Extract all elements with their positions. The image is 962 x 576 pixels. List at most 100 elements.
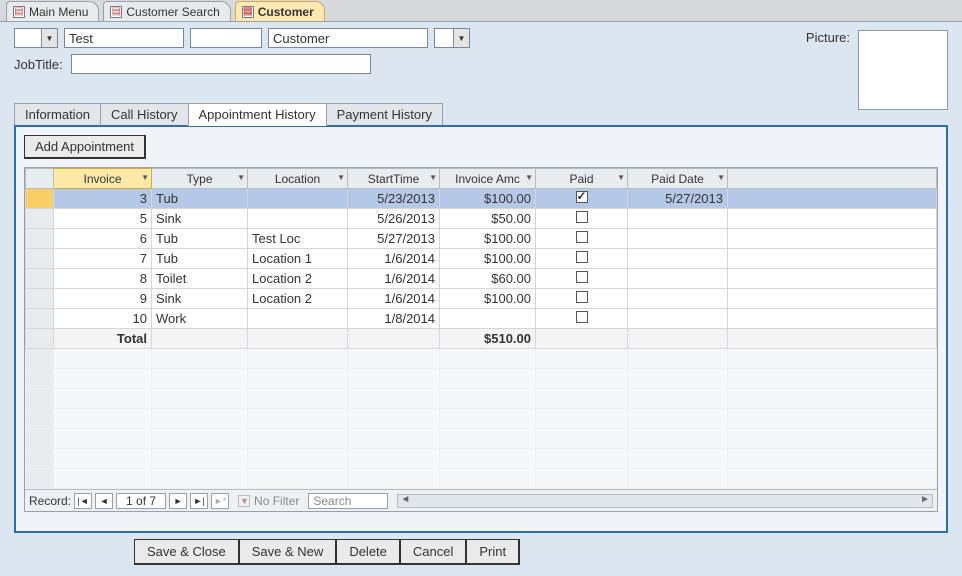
cell-type[interactable]: Sink xyxy=(152,289,248,309)
save-new-button[interactable]: Save & New xyxy=(239,539,338,565)
cell-paid-date[interactable] xyxy=(628,269,728,289)
cell-location[interactable] xyxy=(248,309,348,329)
row-selector[interactable] xyxy=(26,309,54,329)
column-header-starttime[interactable]: StartTime▼ xyxy=(348,169,440,189)
checkbox[interactable] xyxy=(576,271,588,283)
chevron-down-icon[interactable]: ▼ xyxy=(717,173,725,182)
column-header-paid-date[interactable]: Paid Date▼ xyxy=(628,169,728,189)
cell-amount[interactable]: $100.00 xyxy=(440,249,536,269)
cell-amount[interactable]: $50.00 xyxy=(440,209,536,229)
cell-start-time[interactable]: 5/27/2013 xyxy=(348,229,440,249)
column-header-location[interactable]: Location▼ xyxy=(248,169,348,189)
cell-paid[interactable] xyxy=(536,189,628,209)
cell-type[interactable]: Toilet xyxy=(152,269,248,289)
tab-appointment-history[interactable]: Appointment History xyxy=(188,103,327,126)
checkbox[interactable] xyxy=(576,291,588,303)
cell-invoice[interactable]: 3 xyxy=(54,189,152,209)
cell-invoice[interactable]: 7 xyxy=(54,249,152,269)
first-name-field[interactable]: Test xyxy=(64,28,184,48)
row-selector[interactable] xyxy=(26,209,54,229)
cell-paid[interactable] xyxy=(536,209,628,229)
checkbox[interactable] xyxy=(576,231,588,243)
chevron-down-icon[interactable]: ▼ xyxy=(337,173,345,182)
cell-paid[interactable] xyxy=(536,229,628,249)
tab-call-history[interactable]: Call History xyxy=(100,103,188,126)
checkbox[interactable] xyxy=(576,191,588,203)
horizontal-scrollbar[interactable] xyxy=(397,494,933,508)
table-row[interactable]: 7TubLocation 11/6/2014$100.00 xyxy=(26,249,937,269)
cell-paid-date[interactable] xyxy=(628,309,728,329)
nav-first-button[interactable]: |◄ xyxy=(74,493,92,509)
nav-prev-button[interactable]: ◄ xyxy=(95,493,113,509)
cell-invoice[interactable]: 5 xyxy=(54,209,152,229)
cell-paid[interactable] xyxy=(536,309,628,329)
chevron-down-icon[interactable]: ▼ xyxy=(141,173,149,182)
doc-tab-customer[interactable]: Customer xyxy=(235,1,325,21)
cell-paid[interactable] xyxy=(536,269,628,289)
suffix-combo[interactable]: ▼ xyxy=(434,28,470,48)
cell-start-time[interactable]: 1/6/2014 xyxy=(348,289,440,309)
cell-type[interactable]: Tub xyxy=(152,249,248,269)
cell-location[interactable]: Test Loc xyxy=(248,229,348,249)
cell-location[interactable]: Location 2 xyxy=(248,269,348,289)
cell-amount[interactable]: $60.00 xyxy=(440,269,536,289)
chevron-down-icon[interactable]: ▼ xyxy=(617,173,625,182)
chevron-down-icon[interactable]: ▼ xyxy=(429,173,437,182)
cell-invoice[interactable]: 6 xyxy=(54,229,152,249)
cell-paid-date[interactable] xyxy=(628,249,728,269)
cell-start-time[interactable]: 1/6/2014 xyxy=(348,269,440,289)
table-row[interactable]: 10Work1/8/2014 xyxy=(26,309,937,329)
chevron-down-icon[interactable]: ▼ xyxy=(453,29,469,47)
cell-location[interactable]: Location 2 xyxy=(248,289,348,309)
checkbox[interactable] xyxy=(576,251,588,263)
nav-new-button[interactable]: ►* xyxy=(211,493,229,509)
search-input[interactable]: Search xyxy=(308,493,388,509)
table-row[interactable]: 5Sink 5/26/2013$50.00 xyxy=(26,209,937,229)
cell-invoice[interactable]: 9 xyxy=(54,289,152,309)
picture-placeholder[interactable] xyxy=(858,30,948,110)
cell-location[interactable] xyxy=(248,189,348,209)
tab-information[interactable]: Information xyxy=(14,103,101,126)
column-header-paid[interactable]: Paid▼ xyxy=(536,169,628,189)
save-close-button[interactable]: Save & Close xyxy=(134,539,240,565)
nav-last-button[interactable]: ►| xyxy=(190,493,208,509)
row-selector-header[interactable] xyxy=(26,169,54,189)
table-row[interactable]: 8ToiletLocation 21/6/2014$60.00 xyxy=(26,269,937,289)
cell-amount[interactable]: $100.00 xyxy=(440,289,536,309)
cell-amount[interactable] xyxy=(440,309,536,329)
cell-location[interactable]: Location 1 xyxy=(248,249,348,269)
cell-paid-date[interactable] xyxy=(628,289,728,309)
title-combo[interactable]: ▼ xyxy=(14,28,58,48)
row-selector[interactable] xyxy=(26,289,54,309)
nav-next-button[interactable]: ► xyxy=(169,493,187,509)
cell-paid-date[interactable]: 5/27/2013 xyxy=(628,189,728,209)
cell-paid-date[interactable] xyxy=(628,229,728,249)
cell-type[interactable]: Sink xyxy=(152,209,248,229)
delete-button[interactable]: Delete xyxy=(336,539,401,565)
tab-payment-history[interactable]: Payment History xyxy=(326,103,443,126)
cell-type[interactable]: Tub xyxy=(152,189,248,209)
chevron-down-icon[interactable]: ▼ xyxy=(237,173,245,182)
doc-tab-customer-search[interactable]: Customer Search xyxy=(103,1,230,21)
row-selector[interactable] xyxy=(26,269,54,289)
no-filter-indicator[interactable]: ▼ No Filter xyxy=(238,494,299,508)
checkbox[interactable] xyxy=(576,211,588,223)
middle-name-field[interactable] xyxy=(190,28,262,48)
cell-paid-date[interactable] xyxy=(628,209,728,229)
cell-location[interactable] xyxy=(248,209,348,229)
doc-tab-main-menu[interactable]: Main Menu xyxy=(6,1,99,21)
row-selector[interactable] xyxy=(26,189,54,209)
cell-invoice[interactable]: 10 xyxy=(54,309,152,329)
cell-type[interactable]: Work xyxy=(152,309,248,329)
last-name-field[interactable]: Customer xyxy=(268,28,428,48)
cell-amount[interactable]: $100.00 xyxy=(440,229,536,249)
table-row[interactable]: 3Tub5/23/2013$100.005/27/2013 xyxy=(26,189,937,209)
add-appointment-button[interactable]: Add Appointment xyxy=(24,135,146,159)
record-position[interactable]: 1 of 7 xyxy=(116,493,166,509)
cell-start-time[interactable]: 5/23/2013 xyxy=(348,189,440,209)
job-title-field[interactable] xyxy=(71,54,371,74)
cell-start-time[interactable]: 1/6/2014 xyxy=(348,249,440,269)
cell-start-time[interactable]: 5/26/2013 xyxy=(348,209,440,229)
cell-paid[interactable] xyxy=(536,289,628,309)
chevron-down-icon[interactable]: ▼ xyxy=(525,173,533,182)
